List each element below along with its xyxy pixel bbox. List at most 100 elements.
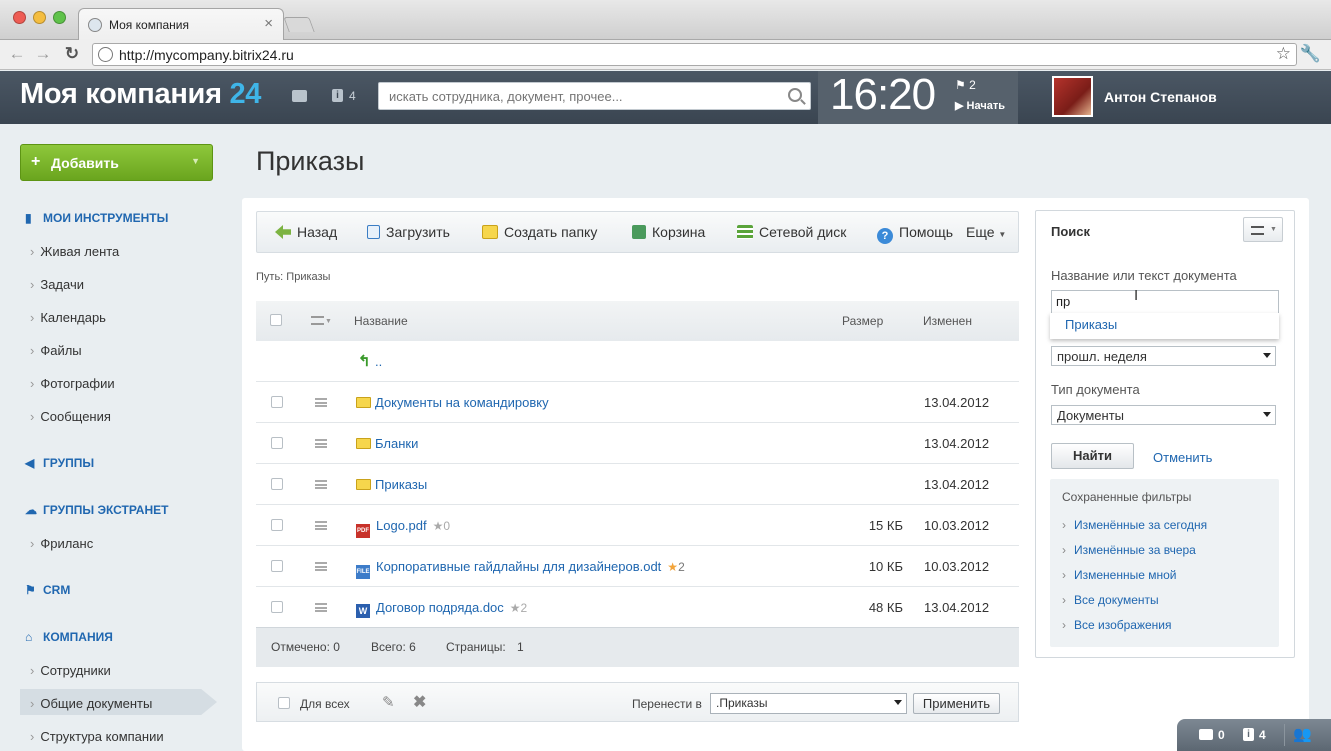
start-workday-button[interactable]: ▶ Начать bbox=[955, 99, 1005, 112]
saved-filter-yesterday[interactable]: Изменённые за вчера bbox=[1062, 543, 1196, 557]
file-link[interactable]: W Договор подряда.doc ★2 bbox=[356, 600, 527, 618]
doctype-select[interactable]: Документы bbox=[1051, 405, 1276, 425]
sidebar-item-freelance[interactable]: Фриланс bbox=[30, 536, 93, 551]
messages-icon[interactable] bbox=[292, 90, 307, 102]
global-search-input[interactable] bbox=[389, 89, 769, 104]
sidebar-item-photos[interactable]: Фотографии bbox=[30, 376, 114, 391]
search-icon[interactable] bbox=[788, 88, 802, 102]
sidebar-section-extranet[interactable]: ☁ ГРУППЫ ЭКСТРАНЕТ bbox=[25, 503, 168, 517]
row-checkbox[interactable] bbox=[271, 601, 283, 613]
forward-arrow-icon[interactable]: → bbox=[33, 43, 53, 65]
saved-filter-mine[interactable]: Измененные мной bbox=[1062, 568, 1177, 582]
wrench-icon[interactable]: 🔧 bbox=[1300, 44, 1321, 64]
global-search[interactable] bbox=[378, 82, 811, 110]
table-row[interactable]: PDF Logo.pdf ★0 15 КБ 10.03.2012 bbox=[256, 505, 1019, 546]
sidebar-section-crm[interactable]: ⚑ CRM bbox=[25, 583, 70, 597]
row-menu-icon[interactable] bbox=[315, 439, 327, 448]
row-checkbox[interactable] bbox=[271, 478, 283, 490]
table-row-up[interactable]: ↰ .. bbox=[256, 341, 1019, 382]
saved-filter-today[interactable]: Изменённые за сегодня bbox=[1062, 518, 1207, 532]
sidebar-item-shared-docs[interactable]: Общие документы bbox=[30, 696, 152, 711]
sidebar-section-company[interactable]: ⌂ КОМПАНИЯ bbox=[25, 630, 113, 644]
avatar[interactable] bbox=[1052, 76, 1093, 117]
sidebar-item-files[interactable]: Файлы bbox=[30, 343, 81, 358]
help-button[interactable]: ? Помощь bbox=[877, 224, 953, 244]
column-size[interactable]: Размер bbox=[842, 314, 883, 328]
sidebar-section-groups[interactable]: ◀ ГРУППЫ bbox=[25, 456, 94, 470]
row-menu-icon[interactable] bbox=[315, 521, 327, 530]
file-link[interactable]: PDF Logo.pdf ★0 bbox=[356, 518, 450, 538]
file-link[interactable]: Документы на командировку bbox=[356, 395, 549, 410]
portal-logo[interactable]: Моя компания 24 bbox=[20, 78, 261, 111]
find-button[interactable]: Найти bbox=[1051, 443, 1134, 469]
bookmark-star-icon[interactable]: ☆ bbox=[1276, 44, 1291, 64]
tasks-flag[interactable]: ⚑ 2 bbox=[955, 78, 976, 92]
user-name[interactable]: Антон Степанов bbox=[1104, 89, 1217, 105]
sidebar-item-calendar[interactable]: Календарь bbox=[30, 310, 106, 325]
back-arrow-icon[interactable]: ← bbox=[7, 43, 27, 65]
move-to-select[interactable]: .Приказы bbox=[710, 693, 907, 714]
filter-menu-button[interactable]: ▼ bbox=[1243, 217, 1283, 242]
saved-filter-all-docs[interactable]: Все документы bbox=[1062, 593, 1159, 607]
chat-icon[interactable] bbox=[1199, 729, 1213, 740]
rating[interactable]: ★2 bbox=[510, 601, 527, 615]
table-row[interactable]: Бланки 13.04.2012 bbox=[256, 423, 1019, 464]
column-modified[interactable]: Изменен bbox=[923, 314, 972, 328]
back-button[interactable]: Назад bbox=[275, 224, 337, 240]
row-checkbox[interactable] bbox=[271, 396, 283, 408]
row-menu-icon[interactable] bbox=[315, 562, 327, 571]
table-row[interactable]: FILE Корпоративные гайдлайны для дизайнер… bbox=[256, 546, 1019, 587]
pencil-icon[interactable]: ✎ bbox=[382, 693, 395, 711]
close-tab-icon[interactable]: × bbox=[264, 15, 273, 32]
row-menu-icon[interactable] bbox=[315, 398, 327, 407]
saved-filter-all-images[interactable]: Все изображения bbox=[1062, 618, 1172, 632]
page-number[interactable]: 1 bbox=[517, 640, 524, 654]
network-drive-button[interactable]: Сетевой диск bbox=[737, 224, 846, 240]
table-row[interactable]: W Договор подряда.doc ★2 48 КБ 13.04.2012 bbox=[256, 587, 1019, 628]
column-name[interactable]: Название bbox=[354, 314, 408, 328]
select-all-checkbox[interactable] bbox=[270, 314, 282, 326]
row-menu-icon[interactable] bbox=[315, 603, 327, 612]
table-row[interactable]: Документы на командировку 13.04.2012 bbox=[256, 382, 1019, 423]
new-tab-button[interactable] bbox=[283, 17, 315, 32]
file-link[interactable]: Приказы bbox=[356, 477, 427, 492]
browser-tab[interactable]: Моя компания × bbox=[78, 8, 284, 41]
period-select[interactable]: прошл. неделя bbox=[1051, 346, 1276, 366]
for-all-checkbox[interactable] bbox=[278, 697, 290, 709]
chevron-down-icon[interactable]: ▼ bbox=[191, 156, 200, 166]
sidebar-item-live-feed[interactable]: Живая лента bbox=[30, 244, 119, 259]
create-folder-button[interactable]: Создать папку bbox=[482, 224, 597, 240]
trash-button[interactable]: Корзина bbox=[632, 224, 705, 240]
upload-button[interactable]: Загрузить bbox=[367, 224, 450, 240]
row-checkbox[interactable] bbox=[271, 437, 283, 449]
rating[interactable]: ★0 bbox=[433, 519, 450, 533]
sidebar-item-company-structure[interactable]: Структура компании bbox=[30, 729, 163, 744]
notifications-icon[interactable]: i bbox=[332, 89, 343, 102]
sidebar-item-employees[interactable]: Сотрудники bbox=[30, 663, 110, 678]
address-bar[interactable]: http://mycompany.bitrix24.ru ☆ bbox=[92, 43, 1297, 66]
up-link[interactable]: .. bbox=[375, 354, 382, 369]
name-filter-input[interactable]: пр bbox=[1051, 290, 1279, 314]
sidebar-item-tasks[interactable]: Задачи bbox=[30, 277, 84, 292]
autocomplete-item[interactable]: Приказы bbox=[1065, 317, 1117, 332]
maximize-window-button[interactable] bbox=[53, 11, 66, 24]
close-window-button[interactable] bbox=[13, 11, 26, 24]
cancel-link[interactable]: Отменить bbox=[1153, 450, 1212, 465]
file-link[interactable]: Бланки bbox=[356, 436, 418, 451]
file-link[interactable]: FILE Корпоративные гайдлайны для дизайнер… bbox=[356, 559, 685, 579]
row-checkbox[interactable] bbox=[271, 519, 283, 531]
more-button[interactable]: Еще ▼ bbox=[966, 224, 1006, 240]
row-checkbox[interactable] bbox=[271, 560, 283, 572]
delete-icon[interactable]: ✖ bbox=[413, 692, 426, 712]
column-settings-icon[interactable] bbox=[311, 316, 324, 325]
add-button[interactable]: + Добавить ▼ bbox=[20, 144, 213, 181]
rating[interactable]: ★2 bbox=[667, 560, 684, 574]
breadcrumb-item[interactable]: Приказы bbox=[286, 271, 330, 283]
sidebar-section-tools[interactable]: ▮ МОИ ИНСТРУМЕНТЫ bbox=[25, 211, 168, 225]
notification-icon[interactable]: i bbox=[1243, 728, 1254, 741]
contacts-icon[interactable]: 👥 bbox=[1293, 725, 1312, 743]
minimize-window-button[interactable] bbox=[33, 11, 46, 24]
reload-icon[interactable]: ↻ bbox=[62, 43, 82, 65]
apply-button[interactable]: Применить bbox=[913, 693, 1000, 714]
table-row[interactable]: Приказы 13.04.2012 bbox=[256, 464, 1019, 505]
